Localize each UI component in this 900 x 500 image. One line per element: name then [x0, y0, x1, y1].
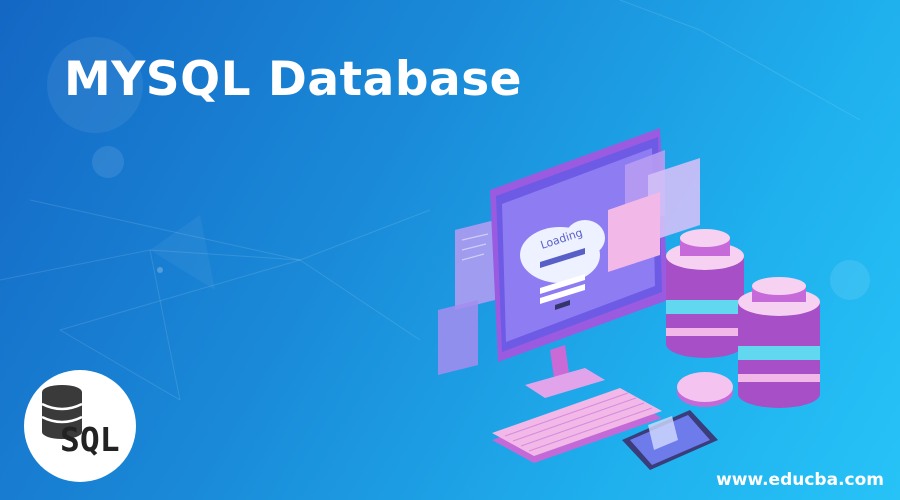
- banner: MYSQL Database Loading SQL www.educba.co…: [0, 0, 900, 500]
- sql-badge: SQL: [24, 370, 136, 482]
- mouse: [677, 372, 733, 407]
- monitor-stand: [525, 345, 605, 398]
- website-url: www.educba.com: [716, 470, 884, 490]
- floating-panel-left: [438, 220, 495, 375]
- database-stack-left: [666, 229, 744, 358]
- database-stack-right: [738, 277, 820, 408]
- sql-label: SQL: [60, 420, 120, 459]
